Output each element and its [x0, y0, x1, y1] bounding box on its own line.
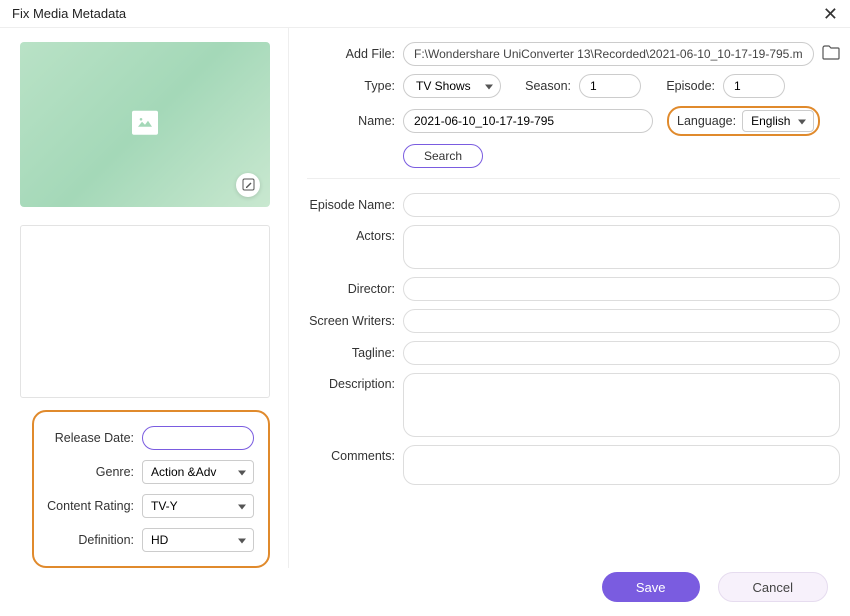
browse-file-button[interactable] — [822, 45, 840, 63]
language-select[interactable]: English — [742, 110, 814, 132]
comments-label: Comments: — [307, 445, 403, 463]
season-input[interactable] — [579, 74, 641, 98]
episode-name-input[interactable] — [403, 193, 840, 217]
folder-icon — [822, 45, 840, 60]
description-label: Description: — [307, 373, 403, 391]
name-input[interactable] — [403, 109, 653, 133]
secondary-preview — [20, 225, 270, 398]
language-label: Language: — [677, 114, 742, 128]
comments-input[interactable] — [403, 445, 840, 485]
genre-select[interactable]: Action &Adv — [142, 460, 254, 484]
type-label: Type: — [307, 79, 403, 93]
director-input[interactable] — [403, 277, 840, 301]
screen-writers-input[interactable] — [403, 309, 840, 333]
cancel-button[interactable]: Cancel — [718, 572, 828, 602]
titlebar: Fix Media Metadata ✕ — [0, 0, 850, 28]
file-path-field[interactable]: F:\Wondershare UniConverter 13\Recorded\… — [403, 42, 814, 66]
image-placeholder-icon — [132, 111, 158, 135]
director-label: Director: — [307, 282, 403, 296]
pencil-icon — [242, 178, 255, 191]
close-icon[interactable]: ✕ — [823, 5, 838, 23]
season-label: Season: — [517, 79, 579, 93]
footer-buttons: Save Cancel — [602, 572, 828, 602]
add-file-label: Add File: — [307, 47, 403, 61]
divider — [307, 178, 840, 179]
definition-label: Definition: — [42, 533, 142, 547]
episode-input[interactable] — [723, 74, 785, 98]
search-button[interactable]: Search — [403, 144, 483, 168]
name-label: Name: — [307, 114, 403, 128]
actors-input[interactable] — [403, 225, 840, 269]
left-panel: Release Date: Genre: Action &Adv Content… — [0, 28, 289, 568]
type-select[interactable]: TV Shows — [403, 74, 501, 98]
left-metadata-group: Release Date: Genre: Action &Adv Content… — [32, 410, 270, 568]
save-button[interactable]: Save — [602, 572, 700, 602]
content-rating-label: Content Rating: — [42, 499, 142, 513]
release-date-label: Release Date: — [42, 431, 142, 445]
edit-thumbnail-button[interactable] — [236, 173, 260, 197]
definition-select[interactable]: HD — [142, 528, 254, 552]
screen-writers-label: Screen Writers: — [307, 314, 403, 328]
tagline-input[interactable] — [403, 341, 840, 365]
tagline-label: Tagline: — [307, 346, 403, 360]
description-input[interactable] — [403, 373, 840, 437]
genre-label: Genre: — [42, 465, 142, 479]
episode-label: Episode: — [661, 79, 723, 93]
release-date-input[interactable] — [142, 426, 254, 450]
language-group: Language: English — [667, 106, 820, 136]
episode-name-label: Episode Name: — [307, 198, 403, 212]
right-panel: Add File: F:\Wondershare UniConverter 13… — [289, 28, 850, 568]
actors-label: Actors: — [307, 225, 403, 243]
window-title: Fix Media Metadata — [12, 6, 126, 21]
content-rating-select[interactable]: TV-Y — [142, 494, 254, 518]
media-thumbnail — [20, 42, 270, 207]
